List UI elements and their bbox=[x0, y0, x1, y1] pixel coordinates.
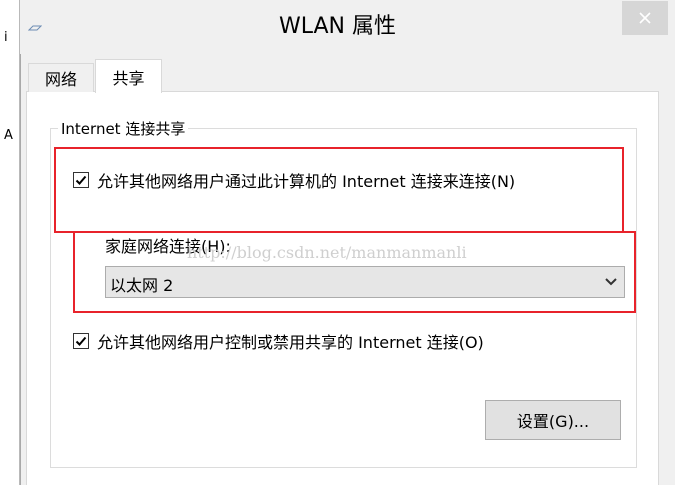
close-icon bbox=[639, 12, 651, 24]
network-adapter-icon bbox=[28, 25, 42, 31]
tab-network[interactable]: 网络 bbox=[28, 63, 94, 92]
group-title: Internet 连接共享 bbox=[58, 118, 189, 139]
highlight-box-home-network bbox=[73, 231, 636, 313]
background-window bbox=[0, 0, 20, 485]
window-title: WLAN 属性 bbox=[278, 14, 396, 39]
settings-button[interactable]: 设置(G)... bbox=[485, 400, 621, 440]
close-button[interactable] bbox=[622, 1, 668, 35]
tab-sharing[interactable]: 共享 bbox=[95, 59, 162, 93]
highlight-box-allow-share bbox=[54, 147, 624, 233]
background-text-fragment: A bbox=[4, 128, 13, 143]
allow-control-checkbox[interactable] bbox=[73, 333, 89, 349]
checkmark-icon bbox=[75, 336, 87, 346]
allow-control-label[interactable]: 允许其他网络用户控制或禁用共享的 Internet 连接(O) bbox=[97, 329, 484, 353]
